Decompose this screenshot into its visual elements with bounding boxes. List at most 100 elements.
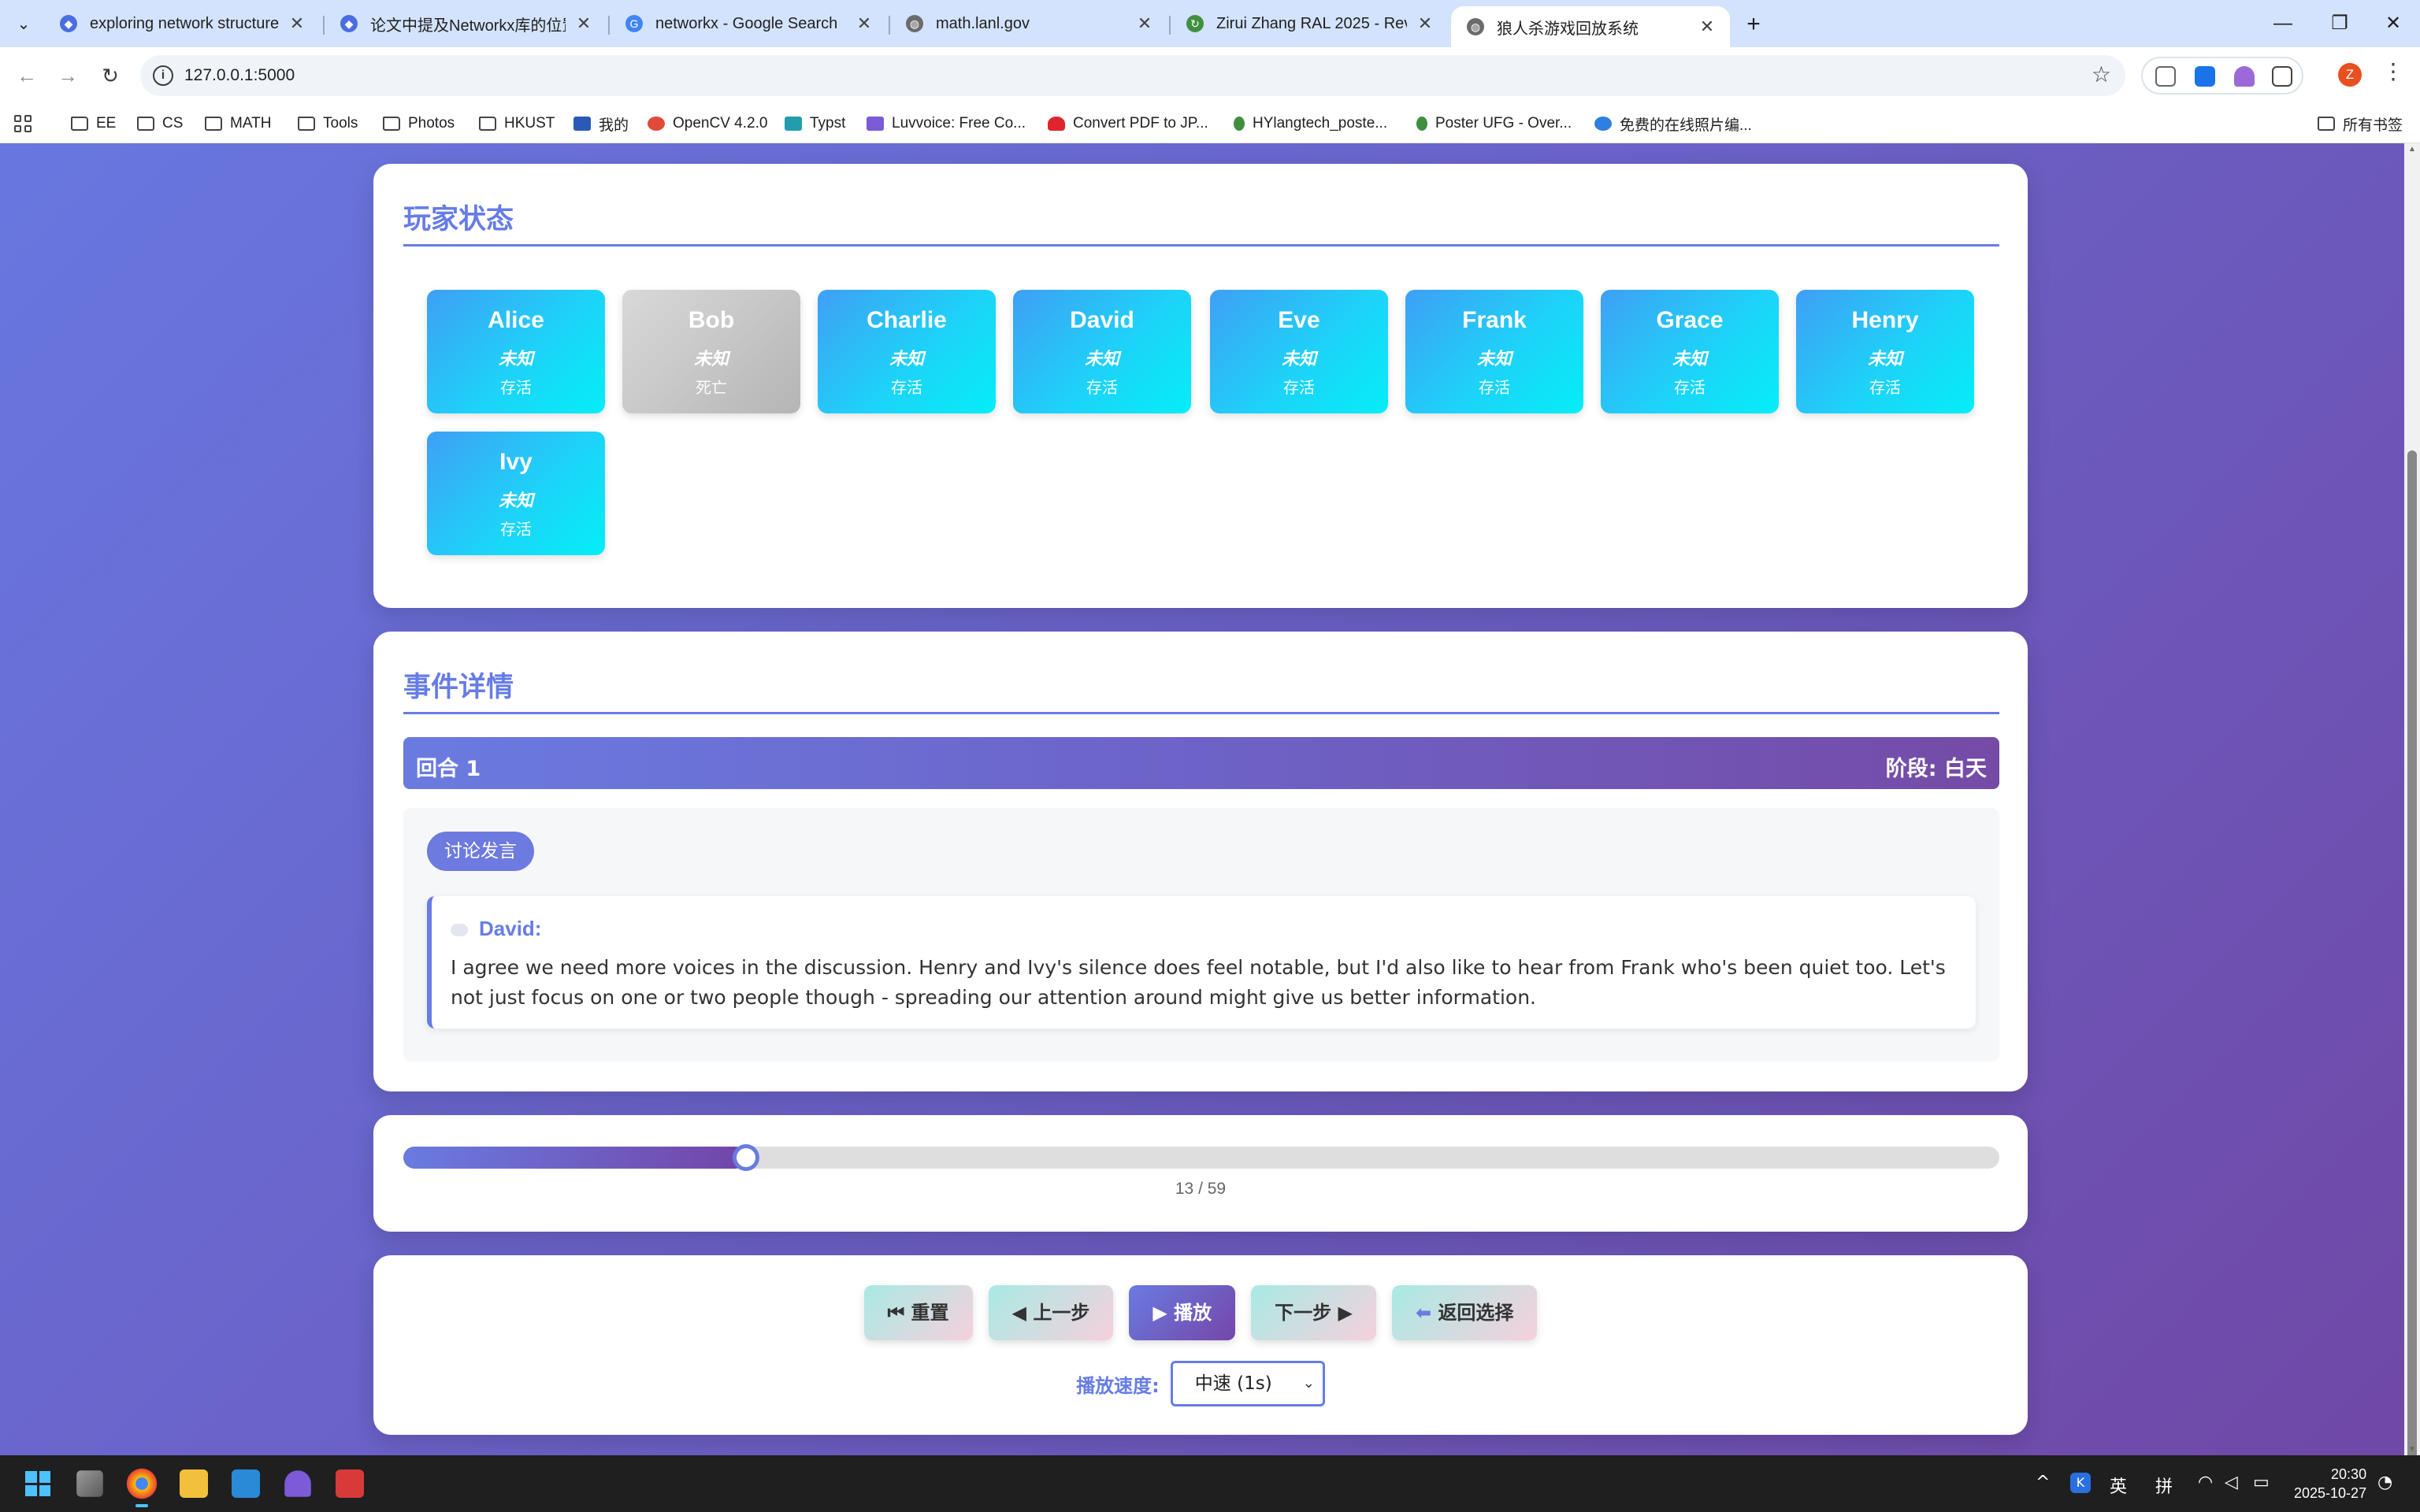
round-header: 回合 1 阶段: 白天	[403, 737, 1999, 789]
battery-icon[interactable]: ▭	[2253, 1473, 2270, 1492]
tab-title: Zirui Zhang RAL 2025 - Revis	[1216, 14, 1407, 32]
player-name: Charlie	[867, 307, 947, 333]
back-button[interactable]: ←	[9, 58, 44, 93]
prev-step-button[interactable]: ◀ 上一步	[988, 1285, 1114, 1340]
restore-button[interactable]: ❐	[2316, 6, 2363, 41]
bookmark-link[interactable]: Poster UFG - Over...	[1416, 110, 1572, 137]
scrollbar-thumb[interactable]	[2407, 450, 2417, 1512]
tab-google-search[interactable]: G networkx - Google Search ✕	[610, 6, 887, 41]
reset-button[interactable]: ⏮ 重置	[863, 1285, 973, 1340]
volume-muted-icon[interactable]: ◁	[2225, 1473, 2238, 1492]
bookmark-star-icon[interactable]: ☆	[2092, 61, 2111, 87]
page-scrollbar[interactable]: ▲ ▼	[2404, 143, 2420, 1512]
speed-control: 播放速度: 中速 (1s) ⌄	[373, 1361, 2028, 1406]
close-icon[interactable]: ✕	[1134, 13, 1155, 34]
url-text[interactable]: 127.0.0.1:5000	[184, 66, 295, 85]
tray-overflow-icon[interactable]: ^	[2036, 1473, 2050, 1492]
browser-tab-strip: ⌄ ◆ exploring network structure ✕ ◆ 论文中提…	[0, 0, 2420, 47]
player-card[interactable]: Henry 未知 存活	[1796, 290, 1974, 413]
player-card[interactable]: Grace 未知 存活	[1601, 290, 1779, 413]
obsidian-icon[interactable]	[284, 1470, 311, 1497]
close-icon[interactable]: ✕	[287, 13, 307, 34]
player-card[interactable]: Eve 未知 存活	[1210, 290, 1388, 413]
bookmark-folder[interactable]: EE	[71, 110, 116, 137]
back-to-select-button[interactable]: ⬅ 返回选择	[1391, 1285, 1538, 1340]
new-tab-button[interactable]: +	[1739, 11, 1768, 39]
bookmark-link[interactable]: 我的	[573, 110, 629, 137]
folder-icon	[137, 117, 154, 131]
zotero-icon[interactable]	[336, 1469, 364, 1498]
close-icon[interactable]: ✕	[854, 13, 874, 34]
tab-exploring-network[interactable]: ◆ exploring network structure ✕	[44, 6, 320, 41]
progress-card: 13 / 59	[373, 1115, 2028, 1232]
vscode-icon[interactable]	[232, 1469, 260, 1498]
next-step-button[interactable]: 下一步 ▶	[1251, 1285, 1376, 1340]
bookmark-folder[interactable]: MATH	[205, 110, 271, 137]
player-status-card: 玩家状态 Alice 未知 存活 Bob 未知 死亡 Charlie 未知 存活…	[373, 164, 2028, 608]
task-view-icon[interactable]	[76, 1470, 103, 1497]
bookmark-folder[interactable]: HKUST	[479, 110, 555, 137]
all-bookmarks-folder[interactable]: 所有书签	[2318, 110, 2403, 137]
file-explorer-icon[interactable]	[180, 1469, 208, 1498]
player-role: 未知	[498, 491, 533, 511]
close-icon[interactable]: ✕	[1697, 17, 1717, 37]
close-icon[interactable]: ✕	[573, 13, 594, 34]
player-card[interactable]: Ivy 未知 存活	[427, 432, 605, 555]
ime-language[interactable]: 英	[2110, 1473, 2127, 1498]
reader-extension-icon[interactable]	[2155, 66, 2176, 87]
tab-zirui-ral[interactable]: ↻ Zirui Zhang RAL 2025 - Revis ✕	[1171, 6, 1448, 41]
profile-avatar[interactable]: Z	[2338, 63, 2362, 87]
bookmark-label: EE	[96, 115, 117, 132]
system-clock[interactable]: 20:30 2025-10-27	[2294, 1465, 2366, 1503]
puzzle-extensions-icon[interactable]	[2272, 66, 2292, 87]
tab-math-lanl[interactable]: ◍ math.lanl.gov ✕	[890, 6, 1167, 41]
player-card[interactable]: Frank 未知 存活	[1405, 290, 1583, 413]
bookmark-link[interactable]: 免费的在线照片编...	[1594, 110, 1752, 137]
bookmark-link[interactable]: OpenCV 4.2.0	[648, 110, 767, 137]
reload-button[interactable]: ↻	[93, 58, 128, 93]
player-card[interactable]: David 未知 存活	[1013, 290, 1191, 413]
apps-grid-icon[interactable]	[14, 115, 32, 132]
player-status: 存活	[1869, 378, 1901, 397]
minimize-button[interactable]: —	[2259, 6, 2307, 41]
ime-mode[interactable]: 拼	[2155, 1473, 2173, 1498]
progress-slider[interactable]	[403, 1144, 1999, 1171]
windows-start-icon[interactable]	[19, 1465, 57, 1503]
bookmark-label: Photos	[408, 115, 455, 132]
forward-button[interactable]: →	[50, 58, 85, 93]
bookmark-link[interactable]: Convert PDF to JP...	[1048, 110, 1208, 137]
bookmark-link[interactable]: Typst	[785, 110, 845, 137]
play-button[interactable]: ▶ 播放	[1129, 1285, 1236, 1340]
progress-counter: 13 / 59	[1175, 1180, 1227, 1198]
address-bar[interactable]: i 127.0.0.1:5000 ☆	[140, 55, 2125, 96]
bookmark-folder[interactable]: Photos	[383, 110, 455, 137]
notification-bell-icon[interactable]: ◔	[2377, 1473, 2392, 1492]
download-extension-icon[interactable]	[2195, 66, 2215, 87]
bookmark-link[interactable]: Luvvoice: Free Co...	[867, 110, 1026, 137]
more-menu-icon[interactable]: ⋮	[2382, 58, 2404, 84]
player-card[interactable]: Bob 未知 死亡	[622, 290, 800, 413]
speed-select[interactable]: 中速 (1s) ⌄	[1170, 1361, 1325, 1406]
player-name: Bob	[688, 307, 735, 333]
close-icon[interactable]: ✕	[1415, 13, 1435, 34]
chrome-icon[interactable]	[126, 1468, 158, 1499]
tab-werewolf-replay[interactable]: ◍ 狼人杀游戏回放系统 ✕	[1451, 6, 1730, 47]
site-info-icon[interactable]: i	[153, 65, 173, 86]
window-close-button[interactable]: ✕	[2370, 6, 2417, 41]
scroll-up-arrow-icon[interactable]: ▲	[2407, 145, 2417, 154]
overleaf-icon	[1416, 117, 1427, 131]
player-card[interactable]: Alice 未知 存活	[427, 290, 605, 413]
scroll-down-arrow-icon[interactable]: ▼	[2407, 1445, 2417, 1454]
wifi-icon[interactable]: ◠	[2198, 1473, 2213, 1492]
bookmark-folder[interactable]: CS	[137, 110, 183, 137]
tab-networkx-paper[interactable]: ◆ 论文中提及Networkx库的位置 ✕	[325, 6, 607, 41]
ai-extension-icon[interactable]	[2234, 66, 2255, 87]
tray-app-icon[interactable]: K	[2070, 1473, 2091, 1493]
bookmarks-bar: EE CS MATH Tools Photos HKUST 我的 OpenCV …	[0, 104, 2420, 143]
bookmark-link[interactable]: HYlangtech_poste...	[1234, 110, 1387, 137]
bookmark-label: Convert PDF to JP...	[1073, 115, 1208, 132]
player-card[interactable]: Charlie 未知 存活	[818, 290, 996, 413]
tab-search-button[interactable]: ⌄	[8, 8, 39, 39]
slider-thumb[interactable]	[733, 1144, 760, 1171]
bookmark-folder[interactable]: Tools	[298, 110, 358, 137]
